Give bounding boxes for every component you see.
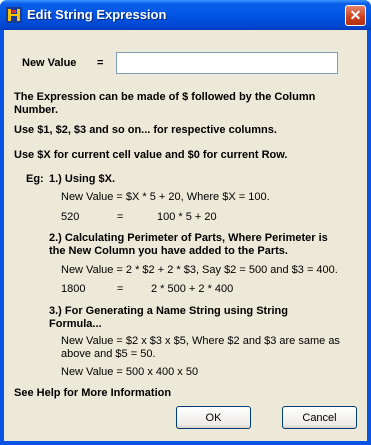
dialog-window: Edit String Expression ✕ New Value = The… <box>0 0 371 445</box>
ok-button[interactable]: OK <box>176 406 251 429</box>
window-title: Edit String Expression <box>27 7 167 22</box>
app-icon <box>6 7 22 23</box>
close-button[interactable]: ✕ <box>345 5 366 26</box>
example-2-result-equals: = <box>117 283 124 295</box>
example-1-result-expression: 100 * 5 + 20 <box>157 211 217 223</box>
close-icon: ✕ <box>349 7 362 23</box>
example-1-result: 520 <box>61 211 80 223</box>
example-3-formula: New Value = $2 x $3 x $5, Where $2 and $… <box>61 335 340 347</box>
example-3-heading-2: Formula... <box>49 318 102 330</box>
info-line-4: Use $X for current cell value and $0 for… <box>14 149 288 161</box>
new-value-equals: = <box>97 57 104 69</box>
example-2-heading-2: the New Column you have added to the Par… <box>49 245 288 257</box>
example-3-heading-1: 3.) For Generating a Name String using S… <box>49 305 288 317</box>
example-1-heading: 1.) Using $X. <box>49 173 116 185</box>
example-2-formula: New Value = 2 * $2 + 2 * $3, Say $2 = 50… <box>61 264 338 276</box>
eg-label: Eg: <box>26 173 44 185</box>
example-1-result-equals: = <box>117 211 124 223</box>
example-3-result: New Value = 500 x 400 x 50 <box>61 366 199 378</box>
new-value-label: New Value <box>22 57 77 69</box>
example-1-formula: New Value = $X * 5 + 20, Where $X = 100. <box>61 191 270 203</box>
example-2-result: 1800 <box>61 283 86 295</box>
example-2-result-expression: 2 * 500 + 2 * 400 <box>151 283 234 295</box>
cancel-button[interactable]: Cancel <box>282 406 357 429</box>
new-value-input[interactable] <box>116 52 338 74</box>
info-line-3: Use $1, $2, $3 and so on... for respecti… <box>14 124 277 136</box>
dialog-body: New Value = The Expression can be made o… <box>4 30 367 441</box>
title-bar[interactable]: Edit String Expression ✕ <box>0 0 371 30</box>
example-3-formula-continued: above and $5 = 50. <box>61 348 156 360</box>
info-line-1: The Expression can be made of $ followed… <box>14 91 316 103</box>
help-text: See Help for More Information <box>14 387 172 399</box>
example-2-heading-1: 2.) Calculating Perimeter of Parts, Wher… <box>49 232 328 244</box>
info-line-2: Number. <box>14 104 59 116</box>
